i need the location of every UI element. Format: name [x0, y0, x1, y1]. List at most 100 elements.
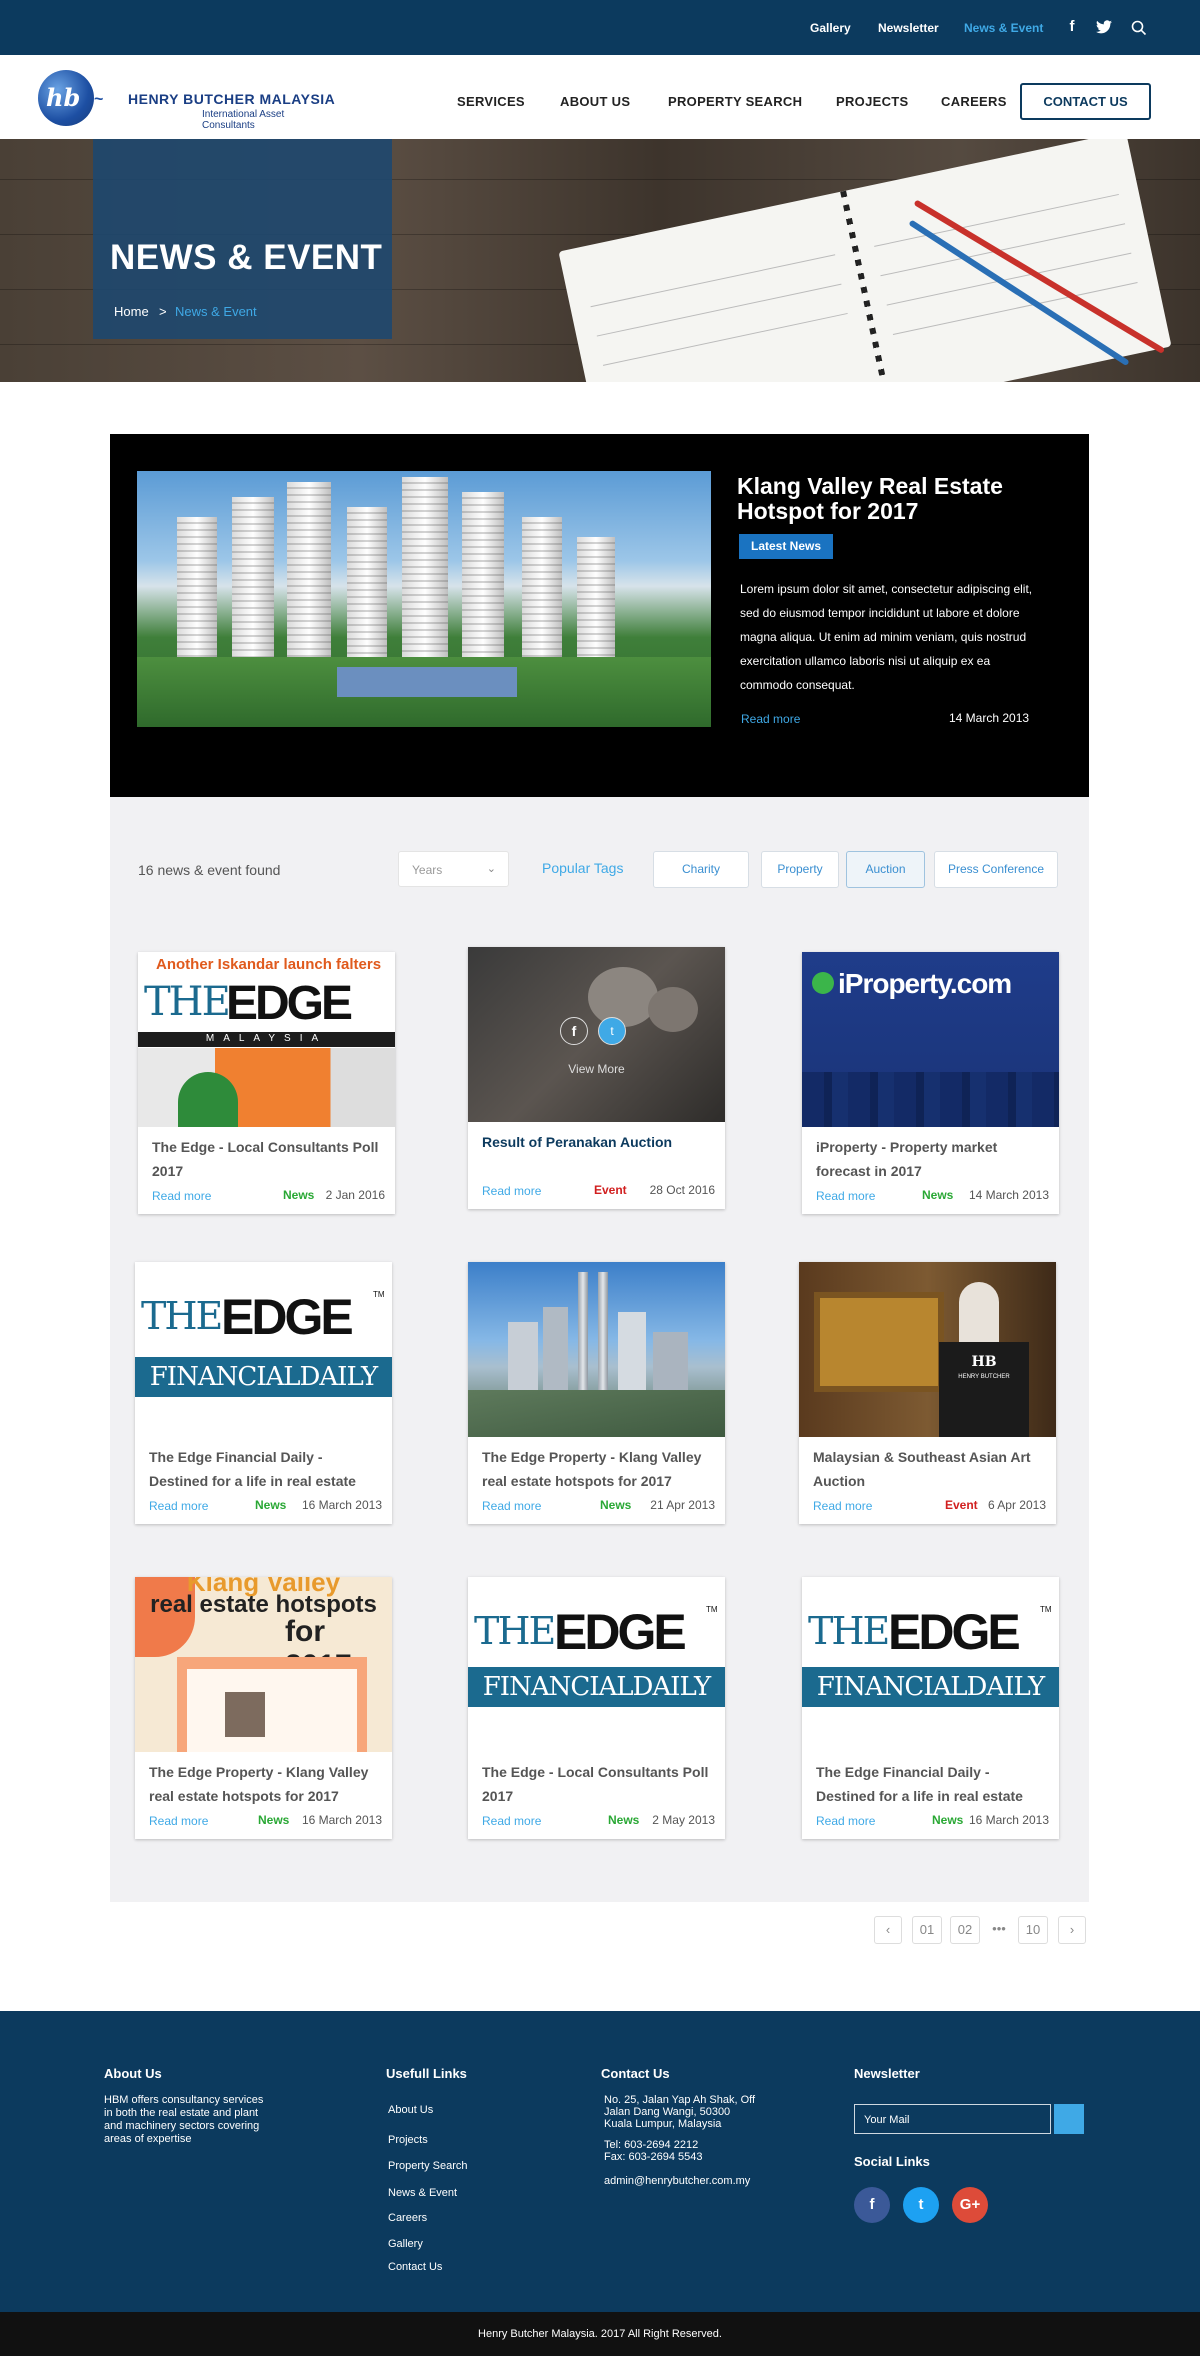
- card-title[interactable]: The Edge Financial Daily - Destined for …: [149, 1445, 381, 1493]
- card-category: News: [258, 1813, 290, 1827]
- page-title: NEWS & EVENT: [110, 238, 383, 277]
- nav-property-search[interactable]: PROPERTY SEARCH: [668, 94, 802, 109]
- card-read-more[interactable]: Read more: [482, 1814, 541, 1828]
- search-icon[interactable]: [1129, 17, 1149, 37]
- card-read-more[interactable]: Read more: [813, 1499, 872, 1513]
- newsletter-email-input[interactable]: Your Mail: [854, 2104, 1051, 2134]
- footer-address-line-3: Kuala Lumpur, Malaysia: [604, 2118, 722, 2130]
- facebook-icon[interactable]: f: [1062, 17, 1082, 37]
- footer: About Us HBM offers consultancy services…: [0, 2011, 1200, 2312]
- card-thumbnail[interactable]: [468, 1262, 725, 1437]
- footer-email[interactable]: admin@henrybutcher.com.my: [604, 2175, 750, 2188]
- thumb-trademark: TM: [706, 1605, 718, 1614]
- nav-services[interactable]: SERVICES: [457, 94, 525, 109]
- footer-fax: Fax: 603-2694 5543: [604, 2151, 703, 2163]
- card-title[interactable]: iProperty - Property market forecast in …: [816, 1135, 1048, 1183]
- card-read-more[interactable]: Read more: [816, 1814, 875, 1828]
- pagination-page-1[interactable]: 01: [912, 1916, 942, 1944]
- news-card[interactable]: HB HENRY BUTCHER Malaysian & Southeast A…: [799, 1262, 1056, 1524]
- card-thumbnail[interactable]: THE EDGE TM FINANCIALDAILY: [468, 1577, 725, 1752]
- news-card[interactable]: Another Iskandar launch falters THE EDGE…: [138, 952, 395, 1214]
- card-title[interactable]: Malaysian & Southeast Asian Art Auction: [813, 1445, 1045, 1493]
- topbar-link-newsletter[interactable]: Newsletter: [878, 21, 939, 35]
- thumb-logo-financialdaily: FINANCIALDAILY: [468, 1667, 725, 1707]
- tag-charity[interactable]: Charity: [653, 851, 749, 888]
- nav-about-us[interactable]: ABOUT US: [560, 94, 630, 109]
- news-card[interactable]: f t View More Result of Peranakan Auctio…: [468, 947, 725, 1209]
- news-card[interactable]: iProperty.com iProperty - Property marke…: [802, 952, 1059, 1214]
- tag-press-conference[interactable]: Press Conference: [934, 851, 1058, 888]
- card-title[interactable]: Result of Peranakan Auction: [482, 1130, 714, 1154]
- featured-news: Klang Valley Real Estate Hotspot for 201…: [110, 434, 1089, 797]
- featured-title[interactable]: Klang Valley Real Estate Hotspot for 201…: [737, 474, 1057, 524]
- nav-careers[interactable]: CAREERS: [941, 94, 1007, 109]
- main-nav: hb ~ HENRY BUTCHER MALAYSIA Internationa…: [0, 55, 1200, 139]
- pagination-next[interactable]: ›: [1058, 1916, 1086, 1944]
- facebook-icon[interactable]: f: [560, 1017, 588, 1045]
- card-title[interactable]: The Edge Financial Daily - Destined for …: [816, 1760, 1048, 1808]
- twitter-icon[interactable]: t: [598, 1017, 626, 1045]
- top-bar: Gallery Newsletter News & Event f: [0, 0, 1200, 55]
- card-thumbnail[interactable]: THE EDGE TM FINANCIALDAILY: [135, 1262, 392, 1437]
- breadcrumb-home[interactable]: Home: [114, 304, 149, 319]
- news-card[interactable]: THE EDGE TM FINANCIALDAILY The Edge - Lo…: [468, 1577, 725, 1839]
- card-read-more[interactable]: Read more: [482, 1499, 541, 1513]
- footer-link-about-us[interactable]: About Us: [388, 2104, 433, 2117]
- years-select[interactable]: Years ⌄: [398, 851, 509, 887]
- footer-contact-heading: Contact Us: [601, 2066, 670, 2081]
- card-title[interactable]: The Edge Property - Klang Valley real es…: [482, 1445, 714, 1493]
- tag-property[interactable]: Property: [761, 851, 839, 888]
- topbar-link-gallery[interactable]: Gallery: [810, 21, 851, 35]
- google-plus-icon[interactable]: G+: [952, 2187, 988, 2223]
- featured-image[interactable]: [137, 471, 711, 727]
- facebook-icon[interactable]: f: [854, 2187, 890, 2223]
- contact-us-button[interactable]: CONTACT US: [1020, 83, 1151, 120]
- pagination-prev[interactable]: ‹: [874, 1916, 902, 1944]
- thumb-logo-financialdaily: FINANCIALDAILY: [135, 1357, 392, 1397]
- twitter-icon[interactable]: t: [903, 2187, 939, 2223]
- card-title[interactable]: The Edge - Local Consultants Poll 2017: [482, 1760, 714, 1808]
- hero-title-box: NEWS & EVENT Home > News & Event: [93, 139, 392, 339]
- twitter-icon[interactable]: [1094, 17, 1114, 37]
- card-thumbnail[interactable]: Klang Valley real estate hotspots for 20…: [135, 1577, 392, 1752]
- card-thumbnail[interactable]: Another Iskandar launch falters THE EDGE…: [138, 952, 395, 1127]
- card-title[interactable]: The Edge - Local Consultants Poll 2017: [152, 1135, 384, 1183]
- featured-read-more[interactable]: Read more: [741, 712, 800, 726]
- newsletter-submit-button[interactable]: [1054, 2104, 1084, 2134]
- latest-news-badge[interactable]: Latest News: [739, 534, 833, 559]
- card-read-more[interactable]: Read more: [482, 1184, 541, 1198]
- pagination-page-last[interactable]: 10: [1018, 1916, 1048, 1944]
- logo-wave: ~: [94, 91, 104, 108]
- brand-logo[interactable]: hb ~ HENRY BUTCHER MALAYSIA Internationa…: [38, 67, 338, 131]
- pagination-page-2[interactable]: 02: [950, 1916, 980, 1944]
- news-card[interactable]: THE EDGE TM FINANCIALDAILY The Edge Fina…: [802, 1577, 1059, 1839]
- thumb-logo-financialdaily: FINANCIALDAILY: [802, 1667, 1059, 1707]
- card-thumbnail[interactable]: iProperty.com: [802, 952, 1059, 1127]
- nav-projects[interactable]: PROJECTS: [836, 94, 908, 109]
- footer-link-contact-us[interactable]: Contact Us: [388, 2261, 442, 2274]
- news-card[interactable]: THE EDGE TM FINANCIALDAILY The Edge Fina…: [135, 1262, 392, 1524]
- card-thumbnail[interactable]: f t View More: [468, 947, 725, 1122]
- footer-link-property-search[interactable]: Property Search: [388, 2160, 467, 2173]
- footer-link-projects[interactable]: Projects: [388, 2134, 428, 2147]
- card-date: 21 Apr 2013: [650, 1498, 715, 1512]
- card-thumbnail[interactable]: HB HENRY BUTCHER: [799, 1262, 1056, 1437]
- card-read-more[interactable]: Read more: [816, 1189, 875, 1203]
- view-more-label[interactable]: View More: [468, 1062, 725, 1076]
- copyright: Henry Butcher Malaysia. 2017 All Right R…: [0, 2312, 1200, 2356]
- footer-link-careers[interactable]: Careers: [388, 2212, 427, 2225]
- card-category: News: [608, 1813, 640, 1827]
- news-card[interactable]: Klang Valley real estate hotspots for 20…: [135, 1577, 392, 1839]
- thumb-logo-the: THE: [144, 979, 231, 1025]
- card-read-more[interactable]: Read more: [149, 1814, 208, 1828]
- topbar-link-news-event[interactable]: News & Event: [964, 21, 1043, 35]
- news-card[interactable]: The Edge Property - Klang Valley real es…: [468, 1262, 725, 1524]
- map-pin-icon: [812, 972, 834, 994]
- tag-auction[interactable]: Auction: [846, 851, 925, 888]
- footer-link-news-event[interactable]: News & Event: [388, 2187, 457, 2200]
- card-title[interactable]: The Edge Property - Klang Valley real es…: [149, 1760, 381, 1808]
- card-read-more[interactable]: Read more: [149, 1499, 208, 1513]
- footer-link-gallery[interactable]: Gallery: [388, 2238, 423, 2251]
- card-thumbnail[interactable]: THE EDGE TM FINANCIALDAILY: [802, 1577, 1059, 1752]
- card-read-more[interactable]: Read more: [152, 1189, 211, 1203]
